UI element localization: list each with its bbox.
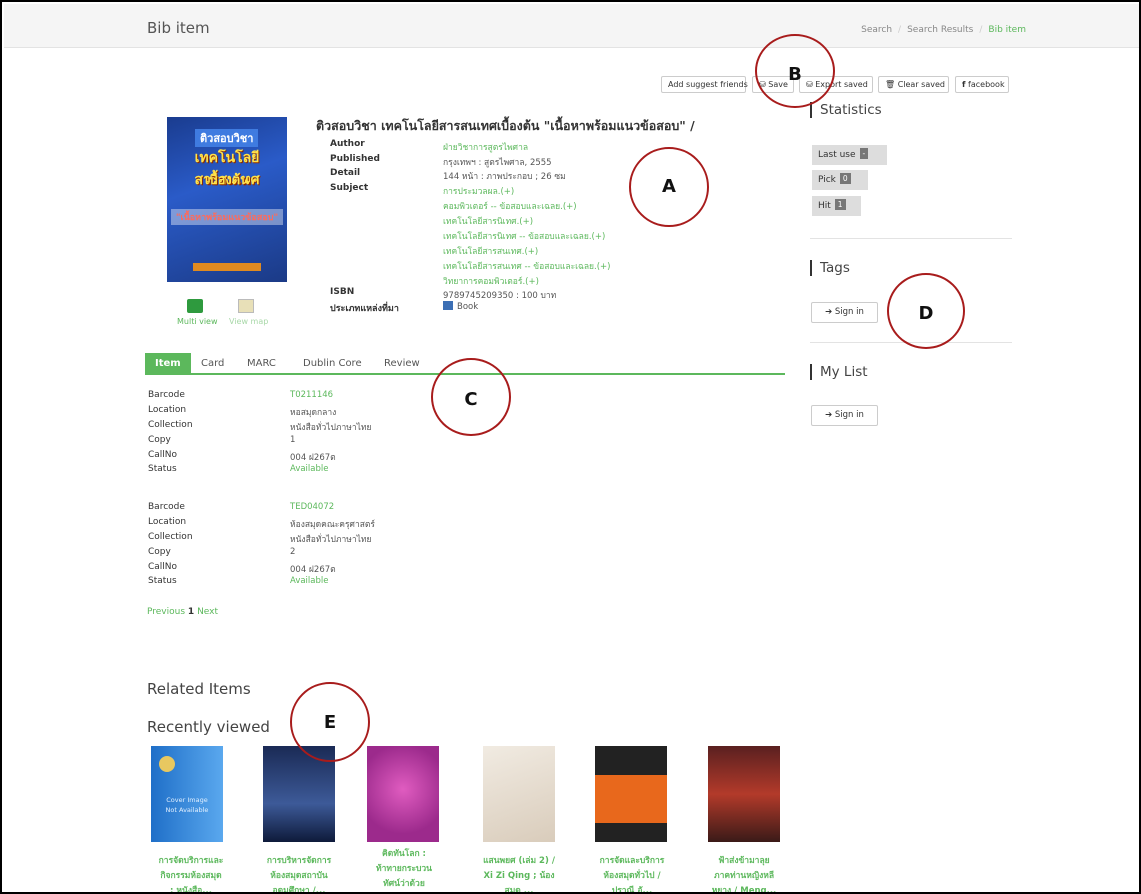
related-items-heading: Related Items: [147, 680, 251, 698]
my-list-heading: My List: [810, 364, 868, 380]
recent-title-1[interactable]: การจัดบริการและ กิจกรรมห้องสมุด: หนังสือ.…: [141, 854, 241, 892]
copy-label: Copy: [148, 547, 171, 557]
clear-saved-button[interactable]: 🗑 Clear saved: [878, 76, 949, 93]
breadcrumb-search[interactable]: Search: [861, 25, 892, 35]
barcode-label: Barcode: [148, 502, 185, 512]
subject-link[interactable]: วิทยาการคอมพิวเตอร์.(+): [443, 274, 539, 288]
detail-value: 144 หน้า : ภาพประกอบ ; 26 ซม: [443, 172, 566, 182]
annotation-b: B: [755, 34, 835, 108]
add-suggest-friends-button[interactable]: Add suggest friends: [661, 76, 748, 93]
barcode-link[interactable]: TED04072: [290, 502, 334, 512]
recent-cover-3[interactable]: [367, 746, 439, 842]
location-label: Location: [148, 405, 187, 415]
map-icon[interactable]: [238, 299, 254, 313]
author-label: Author: [330, 139, 365, 149]
book-cover-image[interactable]: ติวสอบวิชา เทคโนโลยีสารสนเทศ เบื้องต้น "…: [167, 117, 287, 282]
annotation-e: E: [290, 682, 370, 762]
recent-title-4[interactable]: แสนพยศ (เล่ม 2) / Xi Zi Qing ; น้อง สมุด .…: [469, 854, 569, 892]
status-value: Available: [290, 576, 329, 586]
location-value: ห้องสมุดคณะครุศาสตร์: [290, 520, 375, 530]
collection-value: หนังสือทั่วไปภาษาไทย: [290, 423, 372, 433]
stat-pick: Pick 0: [812, 170, 868, 190]
page-frame: Bib item Search / Search Results / Bib item …: [0, 0, 1141, 894]
recent-cover-1[interactable]: Cover Image Not Available: [151, 746, 223, 842]
collection-value: หนังสือทั่วไปภาษาไทย: [290, 535, 372, 545]
tags-heading: Tags: [810, 260, 850, 276]
recently-viewed-heading: Recently viewed: [147, 718, 270, 736]
page-title: Bib item: [147, 19, 210, 37]
breadcrumb-search-results[interactable]: Search Results: [907, 25, 973, 35]
previous-link[interactable]: Previous: [147, 607, 185, 617]
annotation-d: D: [887, 273, 965, 349]
status-label: Status: [148, 576, 177, 586]
book-icon: [443, 301, 453, 310]
facebook-icon: f: [962, 80, 966, 89]
tab-dublin-core[interactable]: Dublin Core: [303, 353, 362, 374]
tab-review[interactable]: Review: [384, 353, 420, 374]
multi-view-icon[interactable]: [187, 299, 203, 313]
copy-value: 1: [290, 435, 296, 445]
divider: [810, 238, 1012, 239]
subject-label: Subject: [330, 183, 369, 193]
isbn-label: ISBN: [330, 287, 355, 297]
tab-marc[interactable]: MARC: [247, 353, 276, 374]
copy-value: 2: [290, 547, 296, 557]
annotation-a: A: [629, 147, 709, 227]
copy-label: Copy: [148, 435, 171, 445]
subject-link[interactable]: คอมพิวเตอร์ -- ข้อสอบและเฉลย.(+): [443, 199, 577, 213]
tags-sign-in-button[interactable]: ➔ Sign in: [811, 302, 878, 323]
recent-title-5[interactable]: การจัดและบริการ ห้องสมุดทั่วไป / ปราณี อั.…: [582, 854, 682, 892]
view-map-link[interactable]: View map: [229, 317, 268, 326]
tab-card[interactable]: Card: [201, 353, 224, 374]
callno-value: 004 ฝ267ต: [290, 565, 336, 575]
book-title: ติวสอบวิชา เทคโนโลยีสารสนเทศเบื้องต้น "เ…: [316, 118, 695, 133]
stat-last-use: Last use -: [812, 145, 887, 165]
subject-link[interactable]: เทคโนโลยีสารสนเทศ.(+): [443, 244, 538, 258]
recent-title-2[interactable]: การบริหารจัดการ ห้องสมุดสถาบัน อุดมศึกษา /…: [249, 854, 349, 892]
callno-label: CallNo: [148, 450, 178, 460]
barcode-label: Barcode: [148, 390, 185, 400]
author-link[interactable]: ฝ่ายวิชาการสูตรไพศาล: [443, 140, 528, 154]
multi-view-link[interactable]: Multi view: [177, 317, 218, 326]
pagination: Previous 1 Next: [147, 607, 218, 617]
collection-label: Collection: [148, 420, 193, 430]
callno-label: CallNo: [148, 562, 178, 572]
barcode-link[interactable]: T0211146: [290, 390, 333, 400]
annotation-c: C: [431, 358, 511, 436]
breadcrumb: Search / Search Results / Bib item: [861, 25, 1026, 35]
subject-link[interactable]: การประมวลผล.(+): [443, 184, 514, 198]
location-label: Location: [148, 517, 187, 527]
recent-title-3[interactable]: คิดทันโลก : ท้าทายกระบวน ทัศน์ว่าด้วย: [354, 847, 454, 892]
published-label: Published: [330, 154, 380, 164]
sign-in-icon: ➔: [825, 410, 833, 420]
location-value: หอสมุดกลาง: [290, 408, 337, 418]
status-label: Status: [148, 464, 177, 474]
subject-link[interactable]: เทคโนโลยีสารนิเทศ -- ข้อสอบและเฉลย.(+): [443, 229, 605, 243]
subject-link[interactable]: เทคโนโลยีสารสนเทศ -- ข้อสอบและเฉลย.(+): [443, 259, 611, 273]
current-page: 1: [187, 607, 195, 617]
trash-icon: 🗑: [885, 80, 896, 89]
page-header: Bib item Search / Search Results / Bib item: [4, 4, 1139, 48]
breadcrumb-current: Bib item: [988, 25, 1026, 35]
collection-label: Collection: [148, 532, 193, 542]
recent-title-6[interactable]: ฟ้าส่งข้ามาลุย ภาคท่านหญิงหลี หยาง / Meng.…: [694, 854, 794, 892]
recent-cover-5[interactable]: [595, 746, 667, 842]
sign-in-icon: ➔: [825, 307, 833, 317]
detail-label: Detail: [330, 168, 361, 178]
status-value: Available: [290, 464, 329, 474]
statistics-heading: Statistics: [810, 102, 882, 118]
subject-link[interactable]: เทคโนโลยีสารนิเทศ.(+): [443, 214, 533, 228]
callno-value: 004 ฝ267ต: [290, 453, 336, 463]
my-list-sign-in-button[interactable]: ➔ Sign in: [811, 405, 878, 426]
source-type-label: ประเภทแหล่งที่มา: [330, 304, 399, 314]
tab-item[interactable]: Item: [145, 353, 191, 374]
stat-hit: Hit 1: [812, 196, 861, 216]
recent-cover-4[interactable]: [483, 746, 555, 842]
isbn-value: 9789745209350 : 100 บาท: [443, 291, 557, 301]
source-type-value: Book: [443, 301, 478, 312]
published-value: กรุงเทพฯ : สูตรไพศาล, 2555: [443, 158, 552, 168]
facebook-button[interactable]: f facebook: [955, 76, 1009, 93]
recent-cover-6[interactable]: [708, 746, 780, 842]
next-link[interactable]: Next: [197, 607, 218, 617]
